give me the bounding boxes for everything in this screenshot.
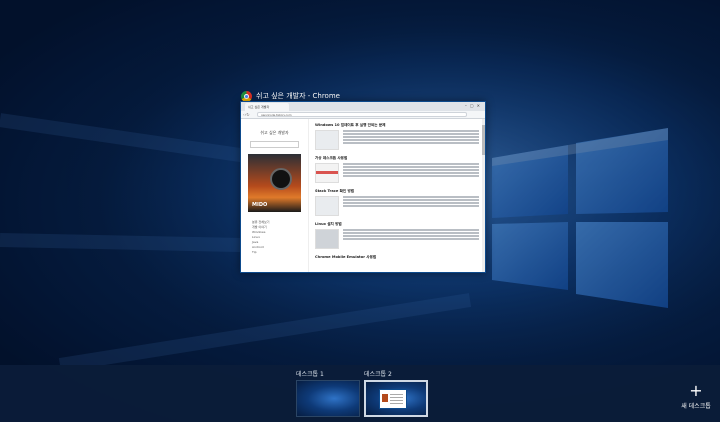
virtual-desktops-bar [0, 365, 720, 422]
desktop-2-thumbnail[interactable] [364, 380, 428, 417]
mini-window-preview [379, 389, 407, 409]
new-desktop-label: 새 데스크톱 [681, 403, 711, 410]
window-controls: –▢✕ [464, 103, 483, 108]
post-item[interactable]: Linux 설치 방법 [315, 222, 479, 249]
toolbar: ‹›↻ ganzicode.tistory.com [241, 111, 485, 119]
post-thumbnail [315, 229, 339, 249]
address-bar[interactable]: ganzicode.tistory.com [257, 112, 467, 117]
post-item[interactable]: Chrome Mobile Emulator 사용법 [315, 255, 479, 260]
tab-strip: 쉬고 싶은 개발자 –▢✕ [241, 102, 485, 111]
category-list: 분류 전체보기 개발 이야기 Windows Linux Java Androi… [244, 220, 305, 255]
category-item[interactable]: Tip [252, 250, 305, 255]
web-page: 쉬고 싶은 개발자 MIDO 분류 전체보기 개발 이야기 Windows Li… [241, 119, 485, 272]
watch-image [270, 168, 292, 190]
blog-title: 쉬고 싶은 개발자 [260, 130, 289, 135]
page-scrollbar[interactable] [482, 119, 485, 272]
post-title[interactable]: Chrome Mobile Emulator 사용법 [315, 255, 479, 260]
post-title[interactable]: Linux 설치 방법 [315, 222, 479, 227]
sidebar-search-input[interactable] [250, 141, 299, 148]
post-title[interactable]: Stack Trace 확인 방법 [315, 189, 479, 194]
chrome-window-thumbnail[interactable]: 쉬고 싶은 개발자 –▢✕ ‹›↻ ganzicode.tistory.com … [240, 101, 486, 273]
plus-icon: + [689, 381, 703, 400]
post-item[interactable]: Stack Trace 확인 방법 [315, 189, 479, 216]
new-desktop-button[interactable]: + 새 데스크톱 [676, 381, 716, 411]
nav-arrows-icon: ‹›↻ [243, 112, 250, 117]
window-title: 쉬고 싶은 개발자 - Chrome [256, 92, 340, 100]
post-thumbnail [315, 130, 339, 150]
post-list: Windows 10 업데이트 후 실행 안되는 문제 가상 데스크톱 사용법 … [309, 119, 485, 272]
watch-advertisement[interactable]: MIDO [248, 154, 301, 212]
post-thumbnail [315, 163, 339, 183]
post-title[interactable]: 가상 데스크톱 사용법 [315, 156, 479, 161]
post-thumbnail [315, 196, 339, 216]
blog-sidebar: 쉬고 싶은 개발자 MIDO 분류 전체보기 개발 이야기 Windows Li… [241, 119, 309, 272]
desktop-2-label: 데스크톱 2 [364, 371, 392, 378]
desktop-1-label: 데스크톱 1 [296, 371, 324, 378]
post-item[interactable]: Windows 10 업데이트 후 실행 안되는 문제 [315, 123, 479, 150]
browser-tab[interactable]: 쉬고 싶은 개발자 [245, 103, 289, 111]
post-title[interactable]: Windows 10 업데이트 후 실행 안되는 문제 [315, 123, 479, 128]
chrome-icon [241, 90, 252, 102]
desktop-1-thumbnail[interactable] [296, 380, 360, 417]
post-item[interactable]: 가상 데스크톱 사용법 [315, 156, 479, 183]
ad-brand: MIDO [252, 202, 268, 208]
